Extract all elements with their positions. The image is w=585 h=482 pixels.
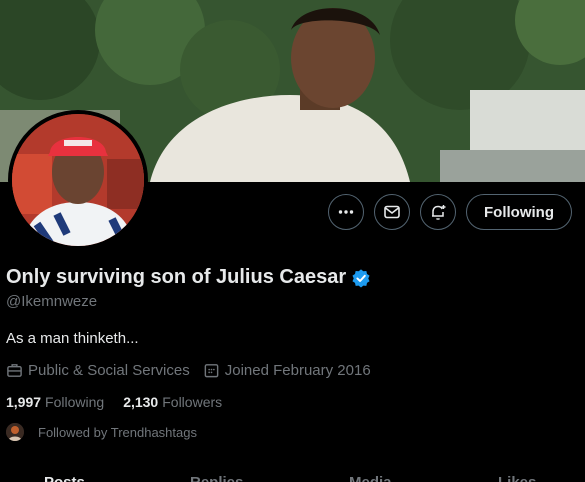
profile-actions: Following: [328, 194, 572, 230]
bell-plus-icon: [432, 205, 446, 220]
avatar-photo: [12, 114, 144, 246]
more-button[interactable]: [328, 194, 365, 230]
profile-stats: 1,997 Following 2,130 Followers: [6, 394, 241, 410]
followers-count: 2,130: [123, 394, 159, 410]
notifications-button[interactable]: [420, 194, 457, 230]
profile-bio: As a man thinketh...: [6, 330, 139, 347]
joined-text: Joined February 2016: [224, 362, 371, 379]
profile-meta: Public & Social Services Joined February…: [6, 362, 384, 379]
message-button[interactable]: [374, 194, 411, 230]
profile-avatar[interactable]: [8, 110, 148, 250]
following-link[interactable]: 1,997 Following: [6, 394, 104, 410]
briefcase-icon: [7, 364, 22, 377]
follower-avatar-image: [6, 423, 24, 441]
profile-category: Public & Social Services: [6, 362, 190, 379]
following-label: Following: [45, 394, 105, 410]
calendar-icon: [204, 364, 219, 378]
followed-by-row[interactable]: Followed by Trendhashtags: [6, 423, 197, 441]
followed-by-text: Followed by Trendhashtags: [38, 424, 197, 440]
tab-posts[interactable]: Posts: [44, 474, 85, 482]
profile-name-row: Only surviving son of Julius Caesar: [6, 266, 371, 289]
profile-tabs: Posts Replies Media Likes: [0, 474, 585, 482]
more-horizontal-icon: [338, 210, 354, 214]
followers-link[interactable]: 2,130 Followers: [123, 394, 222, 410]
followers-label: Followers: [162, 394, 223, 410]
profile-joined: Joined February 2016: [203, 362, 371, 379]
category-text: Public & Social Services: [28, 362, 190, 379]
mail-icon: [384, 205, 400, 219]
tab-media[interactable]: Media: [349, 474, 392, 482]
display-name: Only surviving son of Julius Caesar: [6, 266, 347, 288]
verified-badge-icon[interactable]: [351, 268, 371, 288]
tab-likes[interactable]: Likes: [498, 474, 536, 482]
profile-handle: @Ikemnweze: [6, 293, 98, 310]
follower-avatar: [6, 423, 24, 441]
following-button[interactable]: Following: [466, 194, 572, 230]
following-count: 1,997: [6, 394, 42, 410]
tab-replies[interactable]: Replies: [190, 474, 243, 482]
